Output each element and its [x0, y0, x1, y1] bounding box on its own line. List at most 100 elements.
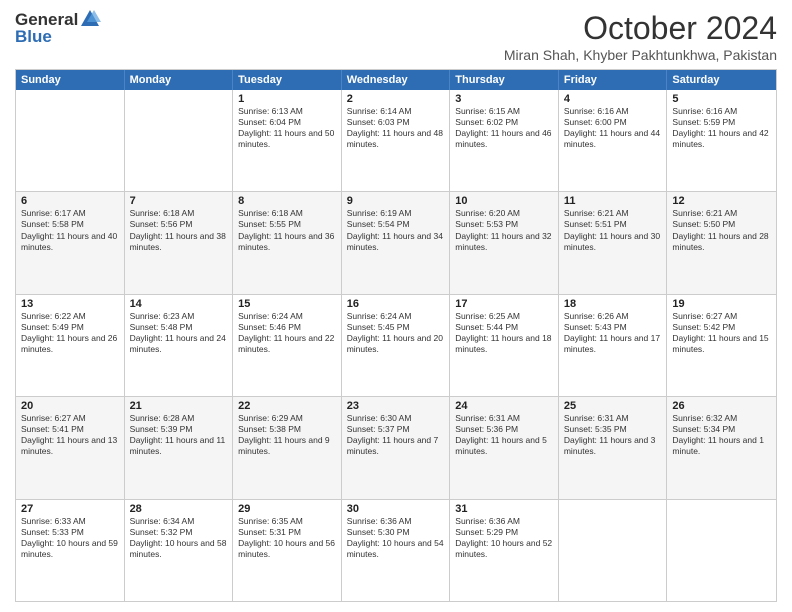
calendar-header-cell: Monday — [125, 70, 234, 90]
sunrise: Sunrise: 6:14 AM — [347, 106, 445, 117]
day-number: 6 — [21, 195, 119, 207]
daylight: Daylight: 11 hours and 18 minutes. — [455, 333, 553, 355]
day-number: 24 — [455, 400, 553, 412]
sunrise: Sunrise: 6:35 AM — [238, 516, 336, 527]
calendar-cell: 11 Sunrise: 6:21 AM Sunset: 5:51 PM Dayl… — [559, 192, 668, 293]
daylight: Daylight: 10 hours and 52 minutes. — [455, 538, 553, 560]
calendar-cell: 18 Sunrise: 6:26 AM Sunset: 5:43 PM Dayl… — [559, 295, 668, 396]
daylight: Daylight: 11 hours and 44 minutes. — [564, 128, 662, 150]
title-area: October 2024 Miran Shah, Khyber Pakhtunk… — [504, 10, 777, 63]
sunset: Sunset: 5:50 PM — [672, 219, 771, 230]
daylight: Daylight: 11 hours and 22 minutes. — [238, 333, 336, 355]
calendar-row: 6 Sunrise: 6:17 AM Sunset: 5:58 PM Dayli… — [16, 191, 776, 293]
calendar-cell: 9 Sunrise: 6:19 AM Sunset: 5:54 PM Dayli… — [342, 192, 451, 293]
daylight: Daylight: 11 hours and 15 minutes. — [672, 333, 771, 355]
sunrise: Sunrise: 6:34 AM — [130, 516, 228, 527]
daylight: Daylight: 11 hours and 5 minutes. — [455, 435, 553, 457]
daylight: Daylight: 11 hours and 28 minutes. — [672, 231, 771, 253]
day-number: 22 — [238, 400, 336, 412]
sunset: Sunset: 6:03 PM — [347, 117, 445, 128]
sunrise: Sunrise: 6:23 AM — [130, 311, 228, 322]
calendar-cell: 4 Sunrise: 6:16 AM Sunset: 6:00 PM Dayli… — [559, 90, 668, 191]
sunset: Sunset: 5:55 PM — [238, 219, 336, 230]
daylight: Daylight: 11 hours and 20 minutes. — [347, 333, 445, 355]
calendar-header: SundayMondayTuesdayWednesdayThursdayFrid… — [16, 70, 776, 90]
calendar-cell: 21 Sunrise: 6:28 AM Sunset: 5:39 PM Dayl… — [125, 397, 234, 498]
sunrise: Sunrise: 6:19 AM — [347, 208, 445, 219]
calendar-cell: 29 Sunrise: 6:35 AM Sunset: 5:31 PM Dayl… — [233, 500, 342, 601]
sunset: Sunset: 5:36 PM — [455, 424, 553, 435]
day-number: 20 — [21, 400, 119, 412]
sunrise: Sunrise: 6:24 AM — [238, 311, 336, 322]
daylight: Daylight: 10 hours and 59 minutes. — [21, 538, 119, 560]
daylight: Daylight: 11 hours and 48 minutes. — [347, 128, 445, 150]
sunrise: Sunrise: 6:22 AM — [21, 311, 119, 322]
day-number: 17 — [455, 298, 553, 310]
day-number: 4 — [564, 93, 662, 105]
daylight: Daylight: 11 hours and 26 minutes. — [21, 333, 119, 355]
sunrise: Sunrise: 6:18 AM — [130, 208, 228, 219]
sunrise: Sunrise: 6:31 AM — [455, 413, 553, 424]
logo: General Blue — [15, 10, 101, 47]
sunset: Sunset: 5:43 PM — [564, 322, 662, 333]
subtitle: Miran Shah, Khyber Pakhtunkhwa, Pakistan — [504, 47, 777, 63]
calendar-cell: 26 Sunrise: 6:32 AM Sunset: 5:34 PM Dayl… — [667, 397, 776, 498]
calendar-header-cell: Sunday — [16, 70, 125, 90]
sunrise: Sunrise: 6:36 AM — [455, 516, 553, 527]
sunset: Sunset: 5:32 PM — [130, 527, 228, 538]
sunset: Sunset: 5:58 PM — [21, 219, 119, 230]
sunset: Sunset: 5:38 PM — [238, 424, 336, 435]
sunset: Sunset: 5:30 PM — [347, 527, 445, 538]
daylight: Daylight: 11 hours and 46 minutes. — [455, 128, 553, 150]
daylight: Daylight: 10 hours and 54 minutes. — [347, 538, 445, 560]
logo-blue: Blue — [15, 27, 101, 47]
day-number: 15 — [238, 298, 336, 310]
sunset: Sunset: 5:53 PM — [455, 219, 553, 230]
calendar-cell: 16 Sunrise: 6:24 AM Sunset: 5:45 PM Dayl… — [342, 295, 451, 396]
sunset: Sunset: 5:37 PM — [347, 424, 445, 435]
sunset: Sunset: 5:39 PM — [130, 424, 228, 435]
day-number: 26 — [672, 400, 771, 412]
calendar-cell: 19 Sunrise: 6:27 AM Sunset: 5:42 PM Dayl… — [667, 295, 776, 396]
sunrise: Sunrise: 6:27 AM — [672, 311, 771, 322]
sunrise: Sunrise: 6:26 AM — [564, 311, 662, 322]
sunset: Sunset: 5:51 PM — [564, 219, 662, 230]
daylight: Daylight: 11 hours and 13 minutes. — [21, 435, 119, 457]
daylight: Daylight: 11 hours and 7 minutes. — [347, 435, 445, 457]
sunset: Sunset: 5:48 PM — [130, 322, 228, 333]
sunrise: Sunrise: 6:16 AM — [564, 106, 662, 117]
daylight: Daylight: 11 hours and 11 minutes. — [130, 435, 228, 457]
day-number: 19 — [672, 298, 771, 310]
sunrise: Sunrise: 6:28 AM — [130, 413, 228, 424]
day-number: 30 — [347, 503, 445, 515]
sunset: Sunset: 5:41 PM — [21, 424, 119, 435]
calendar-cell: 17 Sunrise: 6:25 AM Sunset: 5:44 PM Dayl… — [450, 295, 559, 396]
day-number: 31 — [455, 503, 553, 515]
day-number: 11 — [564, 195, 662, 207]
sunset: Sunset: 5:56 PM — [130, 219, 228, 230]
sunset: Sunset: 6:02 PM — [455, 117, 553, 128]
sunrise: Sunrise: 6:18 AM — [238, 208, 336, 219]
daylight: Daylight: 11 hours and 3 minutes. — [564, 435, 662, 457]
calendar-header-cell: Friday — [559, 70, 668, 90]
calendar-cell: 15 Sunrise: 6:24 AM Sunset: 5:46 PM Dayl… — [233, 295, 342, 396]
day-number: 9 — [347, 195, 445, 207]
sunrise: Sunrise: 6:21 AM — [564, 208, 662, 219]
calendar-cell: 12 Sunrise: 6:21 AM Sunset: 5:50 PM Dayl… — [667, 192, 776, 293]
day-number: 28 — [130, 503, 228, 515]
day-number: 23 — [347, 400, 445, 412]
calendar-cell: 13 Sunrise: 6:22 AM Sunset: 5:49 PM Dayl… — [16, 295, 125, 396]
sunrise: Sunrise: 6:13 AM — [238, 106, 336, 117]
sunset: Sunset: 5:49 PM — [21, 322, 119, 333]
calendar-cell: 7 Sunrise: 6:18 AM Sunset: 5:56 PM Dayli… — [125, 192, 234, 293]
daylight: Daylight: 11 hours and 42 minutes. — [672, 128, 771, 150]
calendar-row: 27 Sunrise: 6:33 AM Sunset: 5:33 PM Dayl… — [16, 499, 776, 601]
calendar-cell: 22 Sunrise: 6:29 AM Sunset: 5:38 PM Dayl… — [233, 397, 342, 498]
calendar-cell — [125, 90, 234, 191]
day-number: 12 — [672, 195, 771, 207]
daylight: Daylight: 11 hours and 1 minute. — [672, 435, 771, 457]
calendar-cell: 24 Sunrise: 6:31 AM Sunset: 5:36 PM Dayl… — [450, 397, 559, 498]
daylight: Daylight: 11 hours and 38 minutes. — [130, 231, 228, 253]
calendar-cell: 23 Sunrise: 6:30 AM Sunset: 5:37 PM Dayl… — [342, 397, 451, 498]
day-number: 16 — [347, 298, 445, 310]
